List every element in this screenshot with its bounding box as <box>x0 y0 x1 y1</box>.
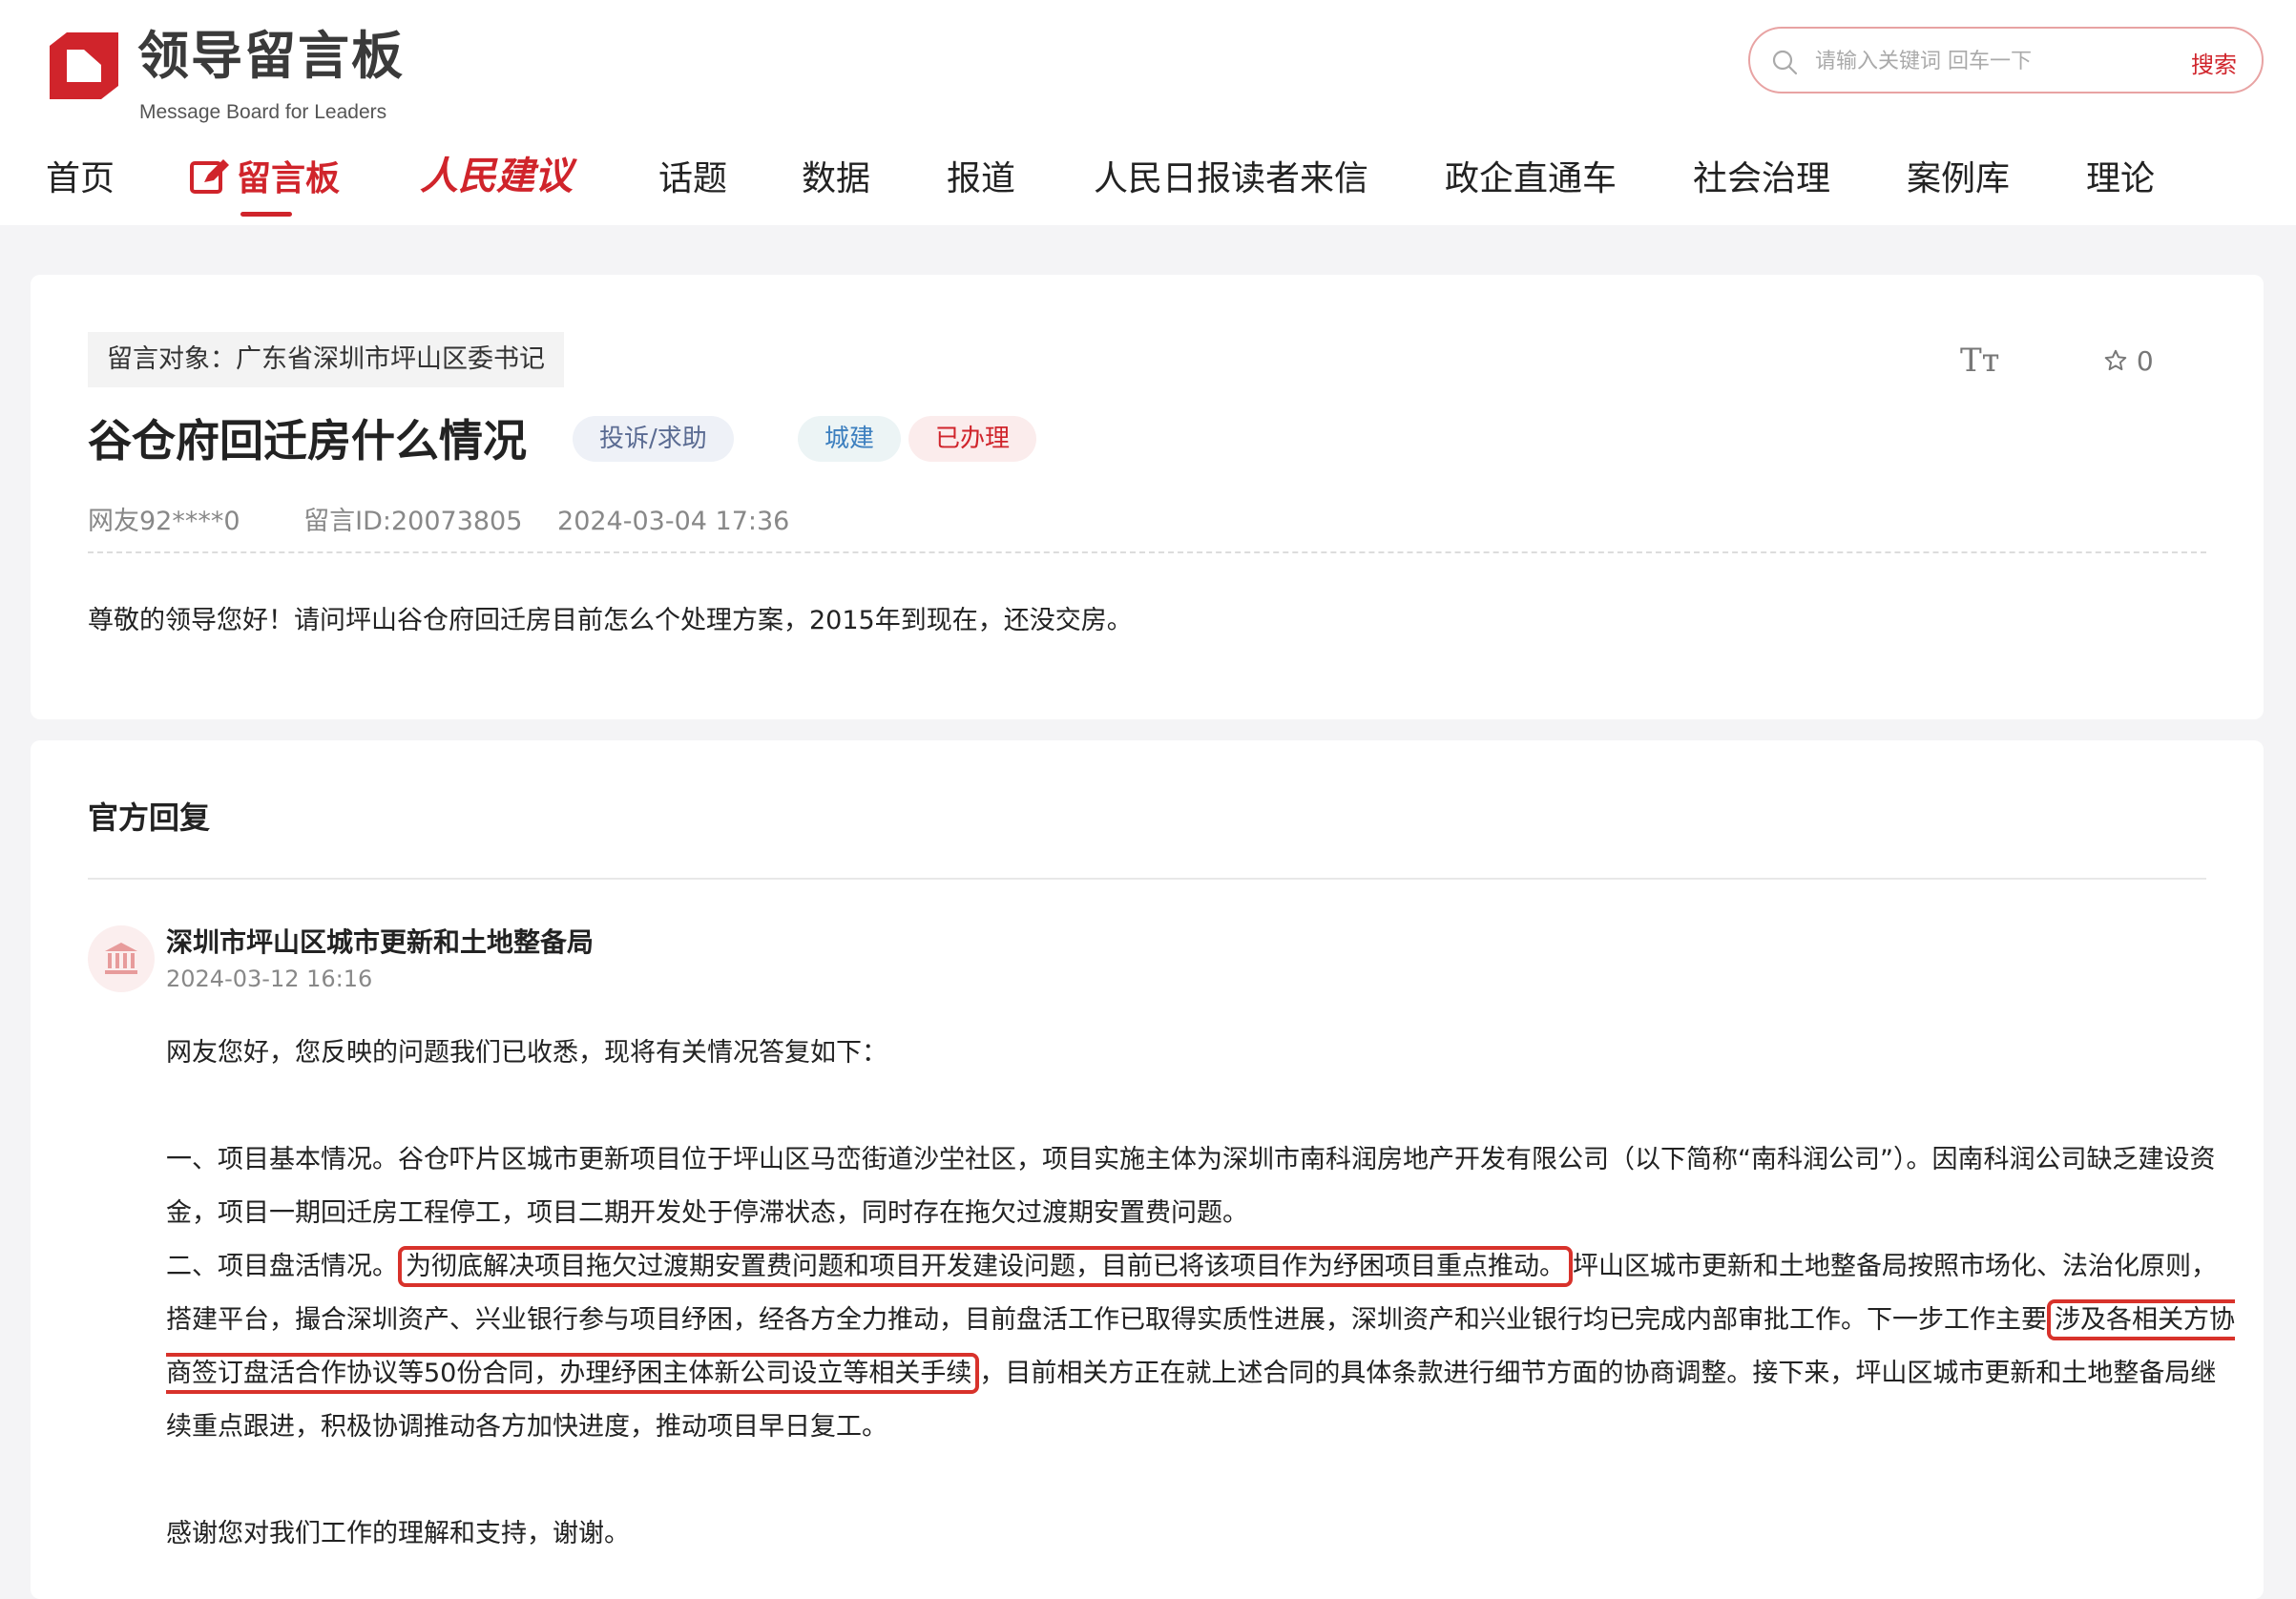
message-content: 尊敬的领导您好！请问坪山谷仓府回迁房目前怎么个处理方案，2015年到现在，还没交… <box>88 606 1133 635</box>
domain-badge: 城建 <box>798 416 902 462</box>
reply-paragraph-2: 二、项目盘活情况。 为彻底解决项目拖欠过渡期安置费问题和项目开发建设问题，目前已将… <box>166 1240 2237 1454</box>
main-nav: 首页 留言板 人民建议 话题 数据 报道 人民日报读者来信 政企直通车 社会治理… <box>0 143 2296 219</box>
search-box: 搜索 <box>1748 27 2264 93</box>
divider <box>88 878 2206 880</box>
government-building-icon <box>105 943 137 974</box>
favorite-button[interactable]: 0 <box>2103 345 2154 377</box>
message-target: 留言对象：广东省深圳市坪山区委书记 <box>88 332 564 387</box>
favorite-count: 0 <box>2136 345 2154 377</box>
nav-item-home[interactable]: 首页 <box>46 151 115 200</box>
author-name: 网友92****0 <box>88 507 240 536</box>
star-icon <box>2104 349 2127 371</box>
site-header: 领导留言板 Message Board for Leaders 搜索 首页 留言… <box>0 0 2296 225</box>
edit-note-icon <box>190 159 229 194</box>
category-badge: 投诉/求助 <box>573 416 734 462</box>
search-button[interactable]: 搜索 <box>2191 46 2237 79</box>
nav-item-reports[interactable]: 报道 <box>947 151 1015 200</box>
nav-item-message-board[interactable]: 留言板 <box>189 151 340 200</box>
nav-item-message-board-label: 留言板 <box>237 159 341 198</box>
message-date: 2024-03-04 17:36 <box>557 507 790 536</box>
nav-item-social-governance[interactable]: 社会治理 <box>1693 151 1830 200</box>
divider <box>88 551 2206 553</box>
status-badge: 已办理 <box>908 416 1037 462</box>
official-reply-card: 官方回复 深圳市坪山区城市更新和土地整备局 2024-03-12 16:16 网… <box>31 740 2264 1599</box>
avatar <box>88 925 155 992</box>
nav-item-case-library[interactable]: 案例库 <box>1907 151 2010 200</box>
logo-subtitle: Message Board for Leaders <box>139 101 387 123</box>
reply-heading: 官方回复 <box>88 800 211 836</box>
font-size-icon[interactable]: Tт <box>1960 342 2000 380</box>
highlighted-text-1: 为彻底解决项目拖欠过渡期安置费问题和项目开发建设问题，目前已将该项目作为纾困项目… <box>398 1246 1573 1287</box>
logo-title: 领导留言板 <box>137 26 405 86</box>
reply-organization: 深圳市坪山区城市更新和土地整备局 <box>166 926 595 958</box>
nav-item-theory[interactable]: 理论 <box>2086 151 2155 200</box>
nav-item-topics[interactable]: 话题 <box>658 151 727 200</box>
reply-paragraph-2-lead: 二、项目盘活情况。 <box>166 1252 398 1281</box>
nav-item-business-express[interactable]: 政企直通车 <box>1445 151 1617 200</box>
nav-active-indicator <box>240 212 292 217</box>
message-card: 留言对象：广东省深圳市坪山区委书记 Tт 0 谷仓府回迁房什么情况 投诉/求助 … <box>31 275 2264 719</box>
search-icon <box>1772 50 1798 75</box>
search-input[interactable] <box>1815 40 2139 82</box>
reply-body: 网友您好，您反映的问题我们已收悉，现将有关情况答复如下： 一、项目基本情况。谷仓… <box>166 1027 2237 1561</box>
message-title: 谷仓府回迁房什么情况 <box>88 415 527 467</box>
message-id: 留言ID:20073805 <box>303 507 523 536</box>
logo-mark-icon <box>50 32 118 99</box>
nav-item-data[interactable]: 数据 <box>802 151 870 200</box>
nav-item-people-suggestions[interactable]: 人民建议 <box>420 145 573 200</box>
nav-item-readers-letters[interactable]: 人民日报读者来信 <box>1094 151 1368 200</box>
reply-paragraph-1: 一、项目基本情况。谷仓吓片区城市更新项目位于坪山区马峦街道沙坣社区，项目实施主体… <box>166 1145 2216 1228</box>
reply-greeting: 网友您好，您反映的问题我们已收悉，现将有关情况答复如下： <box>166 1038 887 1068</box>
reply-date: 2024-03-12 16:16 <box>166 966 373 992</box>
message-meta: 网友92****0 留言ID:20073805 2024-03-04 17:36 <box>88 500 845 537</box>
reply-closing: 感谢您对我们工作的理解和支持，谢谢。 <box>166 1519 630 1548</box>
